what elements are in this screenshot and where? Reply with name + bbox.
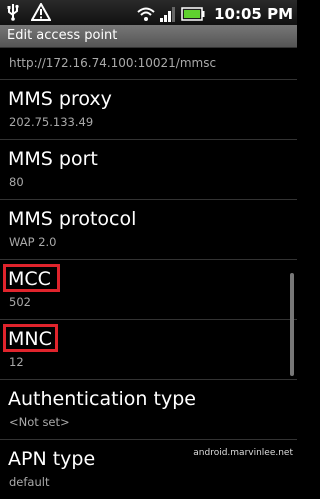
setting-mms-protocol-value: WAP 2.0 — [9, 235, 57, 249]
battery-icon — [181, 6, 205, 21]
setting-mms-port-label: MMS port — [8, 148, 98, 170]
settings-list: http://172.16.74.100:10021/mmsc MMS prox… — [0, 47, 297, 496]
setting-mms-protocol[interactable]: MMS protocol WAP 2.0 — [0, 200, 297, 260]
setting-mms-port[interactable]: MMS port 80 — [0, 140, 297, 200]
scrollbar[interactable] — [290, 273, 294, 376]
setting-apn-type-value: default — [9, 475, 50, 489]
page-title: Edit access point — [7, 28, 118, 43]
setting-mms-protocol-label: MMS protocol — [8, 208, 137, 230]
setting-mnc-label: MNC — [8, 328, 52, 350]
setting-mms-proxy-value: 202.75.133.49 — [9, 115, 94, 129]
setting-authentication-type[interactable]: Authentication type <Not set> — [0, 380, 297, 440]
setting-mcc-label: MCC — [8, 268, 51, 290]
setting-mms-proxy-label: MMS proxy — [8, 88, 112, 110]
warning-icon — [30, 1, 52, 21]
signal-icon — [159, 6, 175, 22]
setting-mmsc[interactable]: http://172.16.74.100:10021/mmsc — [0, 47, 297, 80]
setting-mnc[interactable]: MNC 12 — [0, 320, 297, 380]
setting-mmsc-value: http://172.16.74.100:10021/mmsc — [9, 56, 217, 70]
setting-mcc[interactable]: MCC 502 — [0, 260, 297, 320]
setting-mnc-value: 12 — [9, 355, 24, 369]
setting-mcc-value: 502 — [9, 295, 31, 309]
setting-mms-proxy[interactable]: MMS proxy 202.75.133.49 — [0, 80, 297, 140]
setting-authentication-type-label: Authentication type — [8, 388, 196, 410]
setting-apn-type-label: APN type — [8, 448, 96, 470]
watermark: android.marvinlee.net — [193, 448, 293, 458]
usb-icon — [7, 4, 19, 21]
setting-mms-port-value: 80 — [9, 175, 24, 189]
status-bar: 10:05 PM — [0, 0, 297, 25]
setting-authentication-type-value: <Not set> — [9, 415, 70, 429]
clock: 10:05 PM — [214, 4, 293, 23]
wifi-icon — [137, 7, 155, 21]
title-bar: Edit access point — [0, 25, 297, 48]
